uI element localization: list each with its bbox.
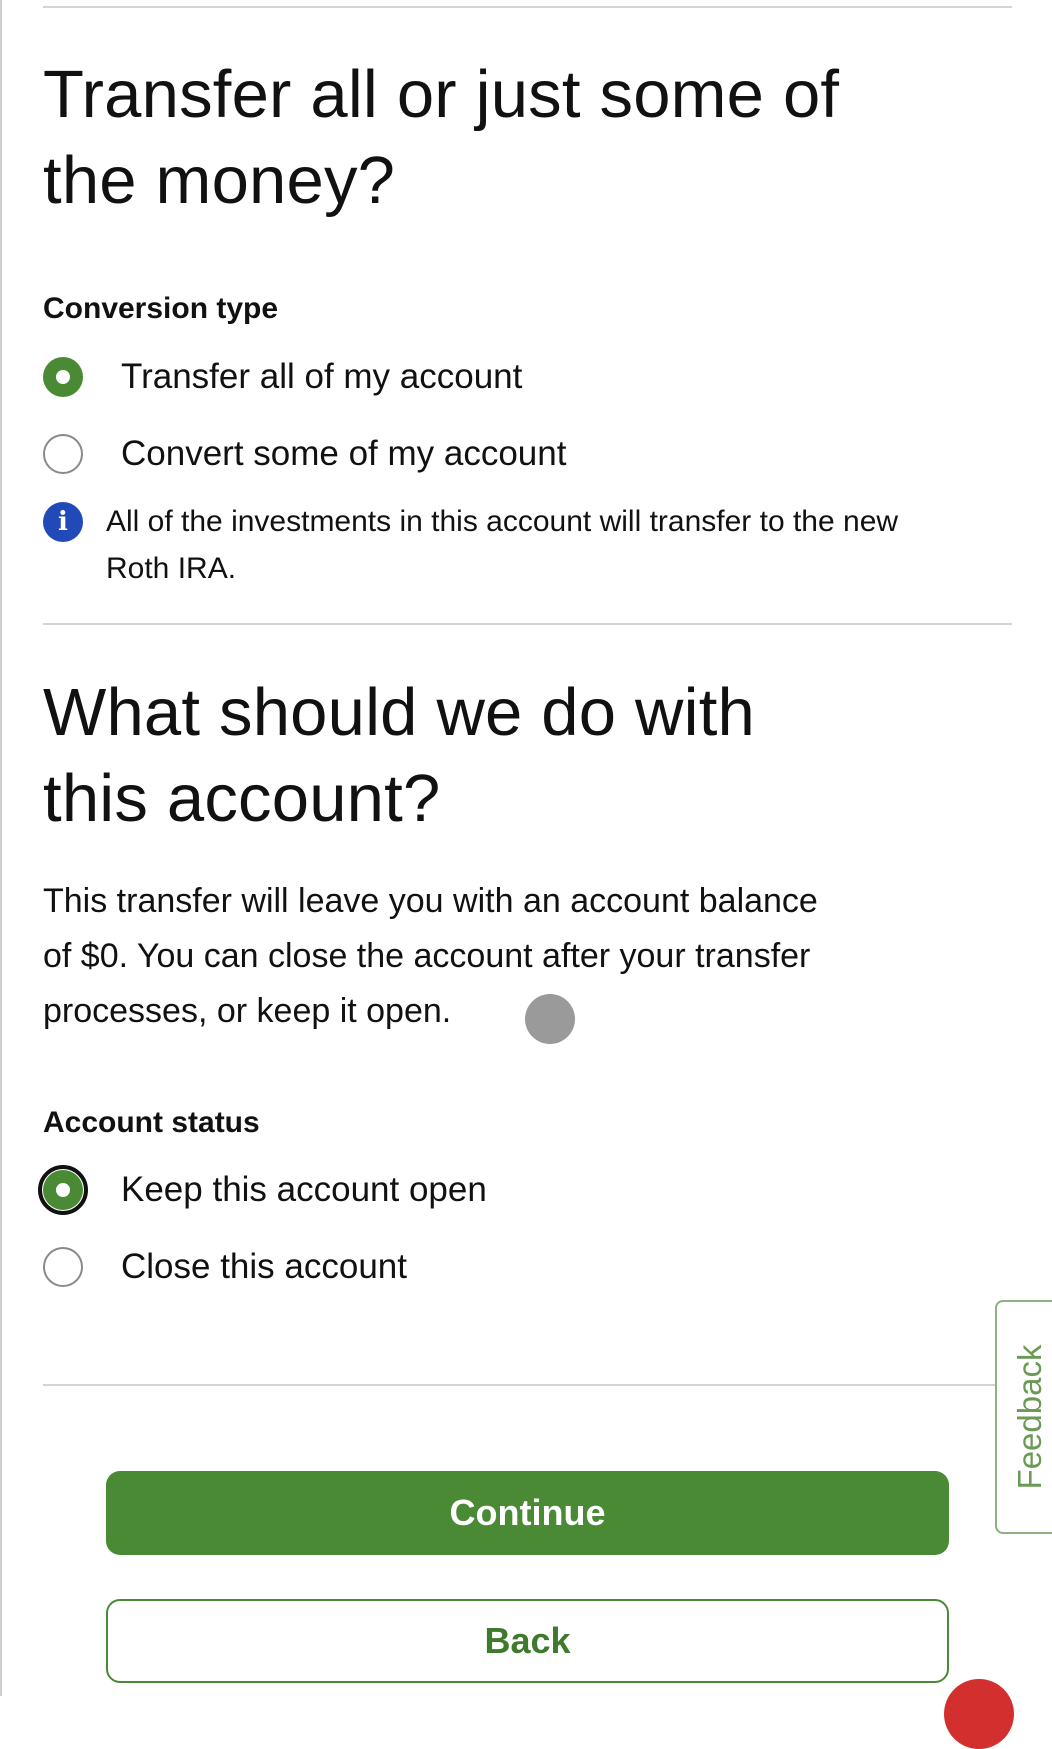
continue-button[interactable]: Continue <box>106 1471 949 1555</box>
chat-badge-icon[interactable] <box>944 1679 1014 1749</box>
option-close-account[interactable]: Close this account <box>43 1242 407 1292</box>
section-title-transfer: Transfer all or just some of the money? <box>43 52 839 224</box>
frame-edge <box>0 0 2 1696</box>
title-line-2: this account? <box>43 761 441 836</box>
touch-indicator <box>525 994 575 1044</box>
title-line-2: the money? <box>43 143 396 218</box>
title-line-1: What should we do with <box>43 675 755 750</box>
balance-description: This transfer will leave you with an acc… <box>43 882 818 1030</box>
option-label: Keep this account open <box>121 1170 487 1209</box>
option-label: Close this account <box>121 1247 407 1286</box>
feedback-label: Feedback <box>1011 1344 1048 1490</box>
option-keep-open[interactable]: Keep this account open <box>38 1165 487 1215</box>
title-line-1: Transfer all or just some of <box>43 57 840 132</box>
section-title-account: What should we do with this account? <box>43 670 755 842</box>
option-label: Transfer all of my account <box>121 357 523 396</box>
option-transfer-all[interactable]: Transfer all of my account <box>43 352 522 402</box>
radio-close-account[interactable] <box>43 1247 83 1287</box>
top-divider <box>43 6 1012 8</box>
conversion-type-label: Conversion type <box>43 292 279 325</box>
radio-convert-some[interactable] <box>43 434 83 474</box>
radio-keep-open[interactable] <box>38 1165 88 1215</box>
account-status-label: Account status <box>43 1106 260 1139</box>
info-icon: i <box>43 502 83 542</box>
option-label: Convert some of my account <box>121 434 567 473</box>
section-divider <box>43 623 1012 625</box>
radio-transfer-all[interactable] <box>43 357 83 397</box>
info-text: All of the investments in this account w… <box>106 505 899 585</box>
option-convert-some[interactable]: Convert some of my account <box>43 429 566 479</box>
feedback-tab[interactable]: Feedback <box>995 1300 1052 1534</box>
back-button[interactable]: Back <box>106 1599 949 1683</box>
footer-divider <box>43 1384 1012 1386</box>
